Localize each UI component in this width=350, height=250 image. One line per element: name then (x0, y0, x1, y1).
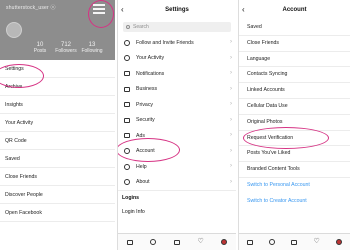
settings-header: ‹ Settings (118, 0, 236, 20)
profile-icon[interactable] (219, 237, 229, 247)
chevron-right-icon: › (230, 39, 232, 45)
back-chevron-icon[interactable]: ‹ (121, 0, 124, 20)
profile-icon[interactable] (334, 237, 344, 247)
chevron-right-icon: › (230, 163, 232, 169)
menu-item-qr-code[interactable]: QR Code (0, 132, 115, 150)
account-item-request-verification[interactable]: Request Verification (239, 131, 350, 147)
search-icon[interactable] (267, 237, 277, 247)
settings-item-privacy[interactable]: Privacy › (118, 97, 236, 113)
settings-item-your-activity[interactable]: Your Activity › (118, 51, 236, 67)
lock-icon (122, 101, 131, 108)
chevron-right-icon: › (230, 132, 232, 138)
account-panel: ‹ Account Saved Close Friends Language C… (238, 0, 350, 250)
chevron-right-icon: › (230, 70, 232, 76)
home-icon[interactable] (245, 237, 255, 247)
bell-icon (122, 70, 131, 77)
menu-item-close-friends[interactable]: Close Friends (0, 168, 115, 186)
back-chevron-icon[interactable]: ‹ (242, 0, 245, 20)
chevron-right-icon: › (230, 54, 232, 61)
menu-item-discover-people[interactable]: Discover People (0, 186, 115, 204)
search-icon[interactable] (148, 237, 158, 247)
account-item-linked-accounts[interactable]: Linked Accounts (239, 83, 350, 99)
new-post-icon[interactable] (172, 237, 182, 247)
settings-item-ads[interactable]: Ads › (118, 128, 236, 144)
megaphone-icon (122, 132, 131, 139)
followers-stat: 712 Followers (55, 42, 77, 54)
account-list: Saved Close Friends Language Contacts Sy… (239, 20, 350, 210)
shop-icon (122, 86, 131, 93)
switch-personal-account-link[interactable]: Switch to Personal Account (239, 178, 350, 194)
hamburger-menu-icon[interactable] (93, 4, 105, 14)
account-item-contacts-syncing[interactable]: Contacts Syncing (239, 67, 350, 84)
chevron-right-icon: › (230, 101, 232, 107)
info-icon (122, 179, 131, 186)
menu-item-your-activity[interactable]: Your Activity (0, 114, 115, 132)
settings-item-login-info[interactable]: Login Info (118, 205, 236, 221)
chevron-right-icon: › (230, 178, 232, 185)
settings-item-security[interactable]: Security › (118, 113, 236, 129)
home-icon[interactable] (125, 237, 135, 247)
search-input[interactable]: Search (123, 22, 231, 32)
search-icon (126, 24, 130, 29)
menu-item-archive[interactable]: Archive (0, 78, 115, 96)
account-item-cellular-data-use[interactable]: Cellular Data Use (239, 99, 350, 115)
profile-menu-panel: shutterstock_user ⓥ 10 Posts 712 Followers… (0, 0, 115, 250)
chevron-right-icon: › (230, 85, 232, 92)
settings-item-business[interactable]: Business › (118, 82, 236, 98)
posts-stat: 10 Posts (33, 42, 47, 54)
following-stat: 13 Following (81, 42, 103, 54)
activity-icon (122, 55, 131, 62)
settings-panel: ‹ Settings Search Follow and Invite Frie… (117, 0, 236, 250)
section-header-logins: Logins (118, 190, 236, 205)
settings-item-follow-invite[interactable]: Follow and Invite Friends › (118, 35, 236, 51)
settings-item-about[interactable]: About › (118, 175, 236, 191)
account-item-original-photos[interactable]: Original Photos (239, 115, 350, 131)
add-person-icon (122, 39, 131, 46)
shield-icon (122, 117, 131, 124)
settings-item-notifications[interactable]: Notifications › (118, 66, 236, 82)
menu-item-saved[interactable]: Saved (0, 150, 115, 168)
account-item-branded-content-tools[interactable]: Branded Content Tools (239, 162, 350, 178)
side-menu: Settings Archive Insights Your Activity … (0, 60, 115, 250)
settings-item-help[interactable]: Help › (118, 159, 236, 175)
page-title: Account (282, 7, 307, 13)
heart-icon[interactable]: ♡ (196, 237, 206, 247)
tab-bar: ♡ (118, 233, 236, 250)
profile-header-dimmed: shutterstock_user ⓥ 10 Posts 712 Followers… (0, 0, 115, 60)
chevron-right-icon: › (230, 147, 232, 154)
heart-icon[interactable]: ♡ (312, 237, 322, 247)
account-item-close-friends[interactable]: Close Friends (239, 36, 350, 52)
page-title: Settings (165, 7, 189, 13)
menu-item-settings[interactable]: Settings (0, 60, 115, 78)
menu-item-insights[interactable]: Insights (0, 96, 115, 114)
help-icon (122, 163, 131, 170)
chevron-right-icon: › (230, 116, 232, 123)
search-placeholder: Search (133, 24, 149, 30)
account-item-language[interactable]: Language (239, 52, 350, 68)
account-item-saved[interactable]: Saved (239, 20, 350, 36)
settings-item-account[interactable]: Account › (118, 144, 236, 160)
new-post-icon[interactable] (289, 237, 299, 247)
switch-creator-account-link[interactable]: Switch to Creator Account (239, 194, 350, 210)
account-item-posts-liked[interactable]: Posts You've Liked (239, 146, 350, 163)
account-circle-icon (122, 148, 131, 155)
menu-item-open-facebook[interactable]: Open Facebook (0, 204, 115, 222)
avatar[interactable] (6, 22, 22, 38)
tab-bar: ♡ (239, 233, 350, 250)
account-header: ‹ Account (239, 0, 350, 20)
profile-username: shutterstock_user ⓥ (6, 5, 56, 11)
settings-list: Follow and Invite Friends › Your Activity… (118, 35, 236, 221)
